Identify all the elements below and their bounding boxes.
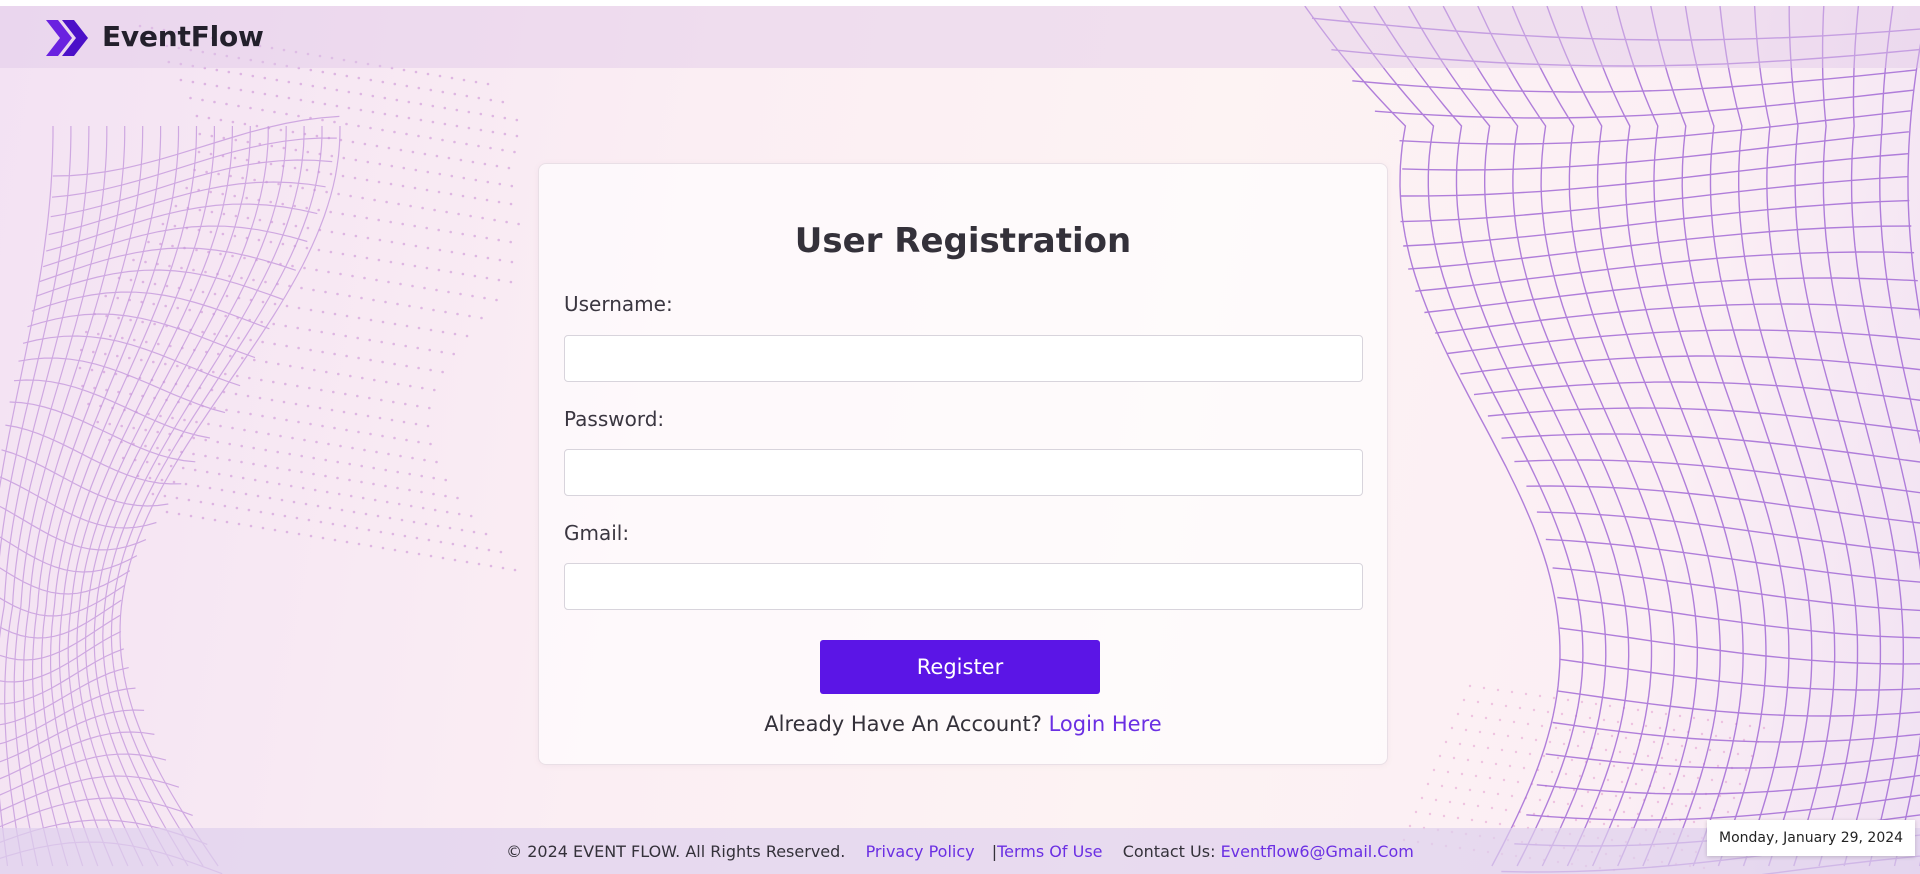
page-footer: © 2024 EVENT FLOW. All Rights Reserved. … [0, 828, 1920, 874]
contact-label: Contact Us: [1122, 842, 1216, 861]
gmail-input[interactable] [564, 563, 1363, 610]
login-link[interactable]: Login Here [1049, 712, 1162, 736]
gmail-label: Gmail: [564, 521, 630, 545]
account-prompt-line: Already Have An Account? Login Here [539, 712, 1387, 736]
top-header: EventFlow [0, 6, 1920, 68]
chevron-arrow-icon[interactable] [44, 14, 92, 62]
username-label: Username: [564, 292, 673, 316]
username-input[interactable] [564, 335, 1363, 382]
copyright-text: © 2024 EVENT FLOW. All Rights Reserved. [506, 842, 846, 861]
account-prompt-text: Already Have An Account? [764, 712, 1042, 736]
contact-email-link[interactable]: Eventflow6@Gmail.Com [1221, 842, 1414, 861]
password-label: Password: [564, 407, 665, 431]
terms-of-use-link[interactable]: Terms Of Use [997, 842, 1102, 861]
footer-row: © 2024 EVENT FLOW. All Rights Reserved. … [0, 842, 1920, 861]
left-wireframe-mesh [0, 115, 341, 874]
register-button[interactable]: Register [820, 640, 1100, 694]
password-input[interactable] [564, 449, 1363, 496]
privacy-policy-link[interactable]: Privacy Policy [866, 842, 975, 861]
page: EventFlow User Registration Username: Pa… [0, 6, 1920, 874]
brand-name[interactable]: EventFlow [102, 20, 264, 53]
registration-card: User Registration Username: Password: Gm… [538, 163, 1388, 765]
right-wireframe-mesh [1304, 6, 1920, 874]
date-badge: Monday, January 29, 2024 [1707, 820, 1916, 856]
form-title: User Registration [794, 221, 1132, 261]
